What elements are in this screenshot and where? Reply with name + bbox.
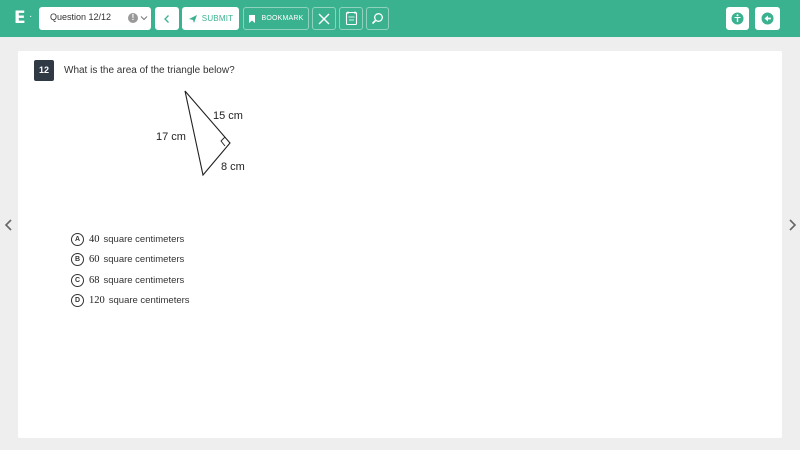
question-selector-label: Question 12/12 [50,12,112,22]
search-icon [371,13,383,25]
exit-icon [761,12,774,25]
question-selector[interactable]: Question 12/12 ! [39,7,151,30]
choice-unit: square centimeters [103,274,185,286]
choice-b[interactable]: B 60 square centimeters [71,250,190,271]
choice-value: 120 [89,295,105,307]
logo-dot: · [29,11,33,22]
eliminate-tool-button[interactable] [312,7,336,30]
question-card: 12 What is the area of the triangle belo… [18,51,782,438]
exit-button[interactable] [755,7,780,30]
info-icon[interactable]: ! [128,13,138,23]
bookmark-icon [249,14,256,23]
choice-letter: C [71,273,84,287]
calculator-icon [345,11,357,26]
choice-d[interactable]: D 120 square centimeters [71,291,190,312]
calculator-button[interactable] [339,7,363,30]
choice-unit: square centimeters [103,254,185,266]
choice-letter: B [71,253,84,267]
search-button[interactable] [366,7,389,30]
back-arrow-icon [164,14,169,23]
previous-page-arrow-icon[interactable] [3,218,15,232]
choice-unit: square centimeters [103,233,185,245]
question-prompt: What is the area of the triangle below? [64,65,235,76]
previous-question-button[interactable] [155,7,179,30]
side-label-8cm: 8 cm [221,161,245,173]
bookmark-label: BOOKMARK [261,15,304,22]
submit-label: SUBMIT [201,14,234,23]
side-label-15cm: 15 cm [213,110,243,122]
right-angle-mark [220,136,226,147]
chevron-down-icon [140,16,148,21]
top-toolbar: E · Question 12/12 ! SUBMIT BOOKMARK [0,0,800,37]
close-icon [318,13,330,24]
choice-value: 40 [89,233,100,245]
question-number-badge: 12 [34,60,54,81]
side-label-17cm: 17 cm [156,131,186,143]
choice-unit: square centimeters [108,295,190,307]
send-icon [188,14,197,23]
choice-letter: D [71,294,84,308]
app-logo: E [14,8,26,28]
accessibility-icon [731,12,744,25]
triangle-figure: 15 cm 17 cm 8 cm [156,90,245,177]
choice-a[interactable]: A 40 square centimeters [71,229,190,250]
answer-choices: A 40 square centimeters B 60 square cent… [71,229,190,311]
accessibility-button[interactable] [726,7,749,30]
submit-button[interactable]: SUBMIT [182,7,239,30]
choice-value: 60 [89,254,100,266]
choice-c[interactable]: C 68 square centimeters [71,270,190,291]
next-page-arrow-icon[interactable] [786,218,798,232]
choice-letter: A [71,232,84,246]
bookmark-button[interactable]: BOOKMARK [243,7,309,30]
choice-value: 68 [89,274,100,286]
